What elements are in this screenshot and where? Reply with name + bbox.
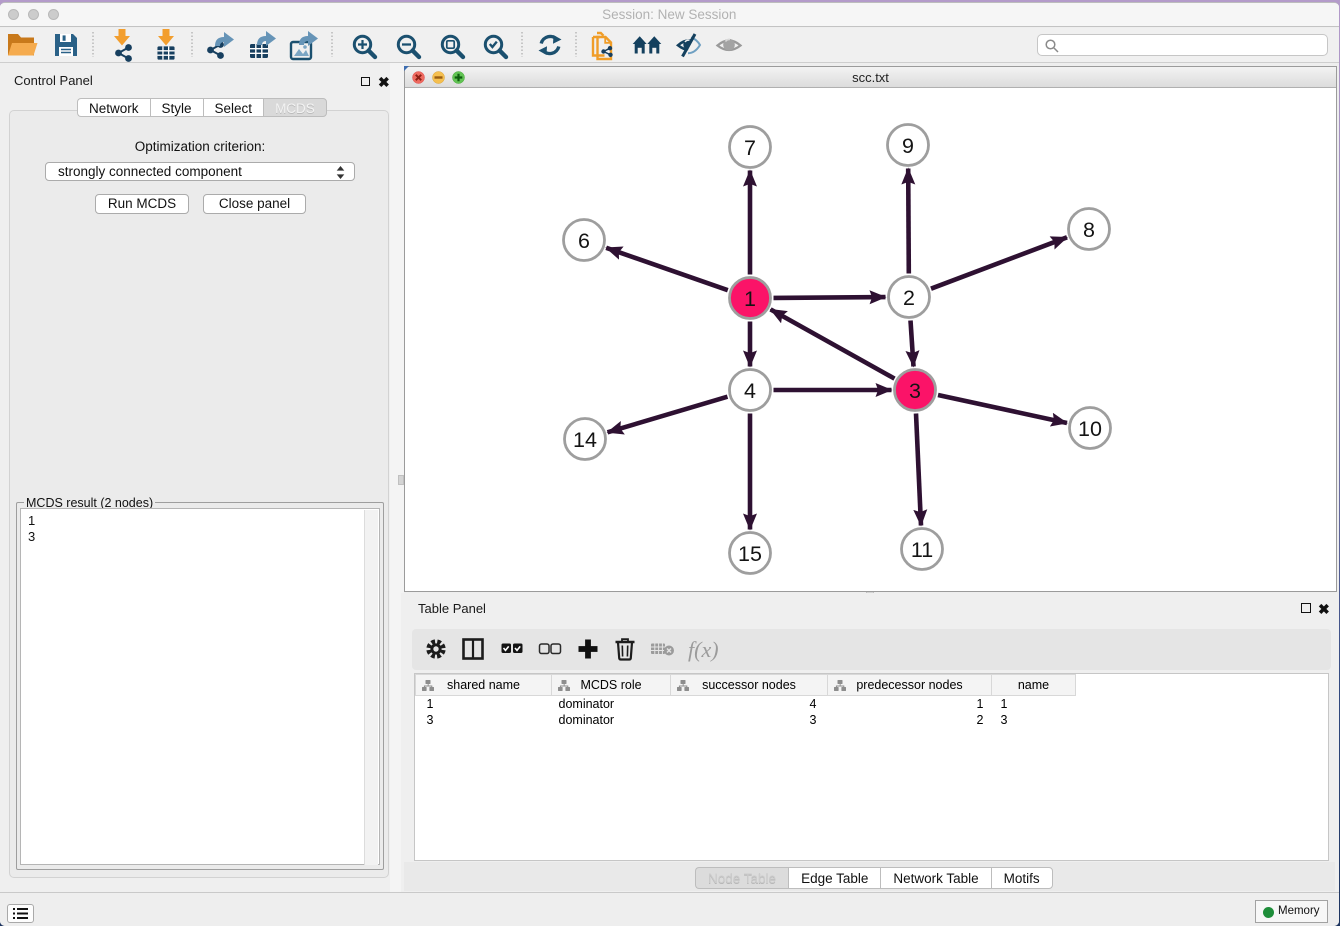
svg-text:4: 4 — [744, 379, 756, 403]
svg-text:3: 3 — [909, 379, 921, 403]
svg-text:11: 11 — [911, 538, 933, 562]
svg-text:14: 14 — [573, 428, 597, 452]
svg-text:15: 15 — [738, 542, 762, 566]
svg-text:8: 8 — [1083, 218, 1095, 242]
svg-text:10: 10 — [1078, 417, 1102, 441]
svg-text:1: 1 — [744, 287, 756, 311]
svg-text:f(x): f(x) — [688, 637, 719, 662]
svg-text:7: 7 — [744, 136, 756, 160]
svg-text:2: 2 — [903, 286, 915, 310]
svg-text:6: 6 — [578, 229, 590, 253]
svg-text:9: 9 — [902, 134, 914, 158]
